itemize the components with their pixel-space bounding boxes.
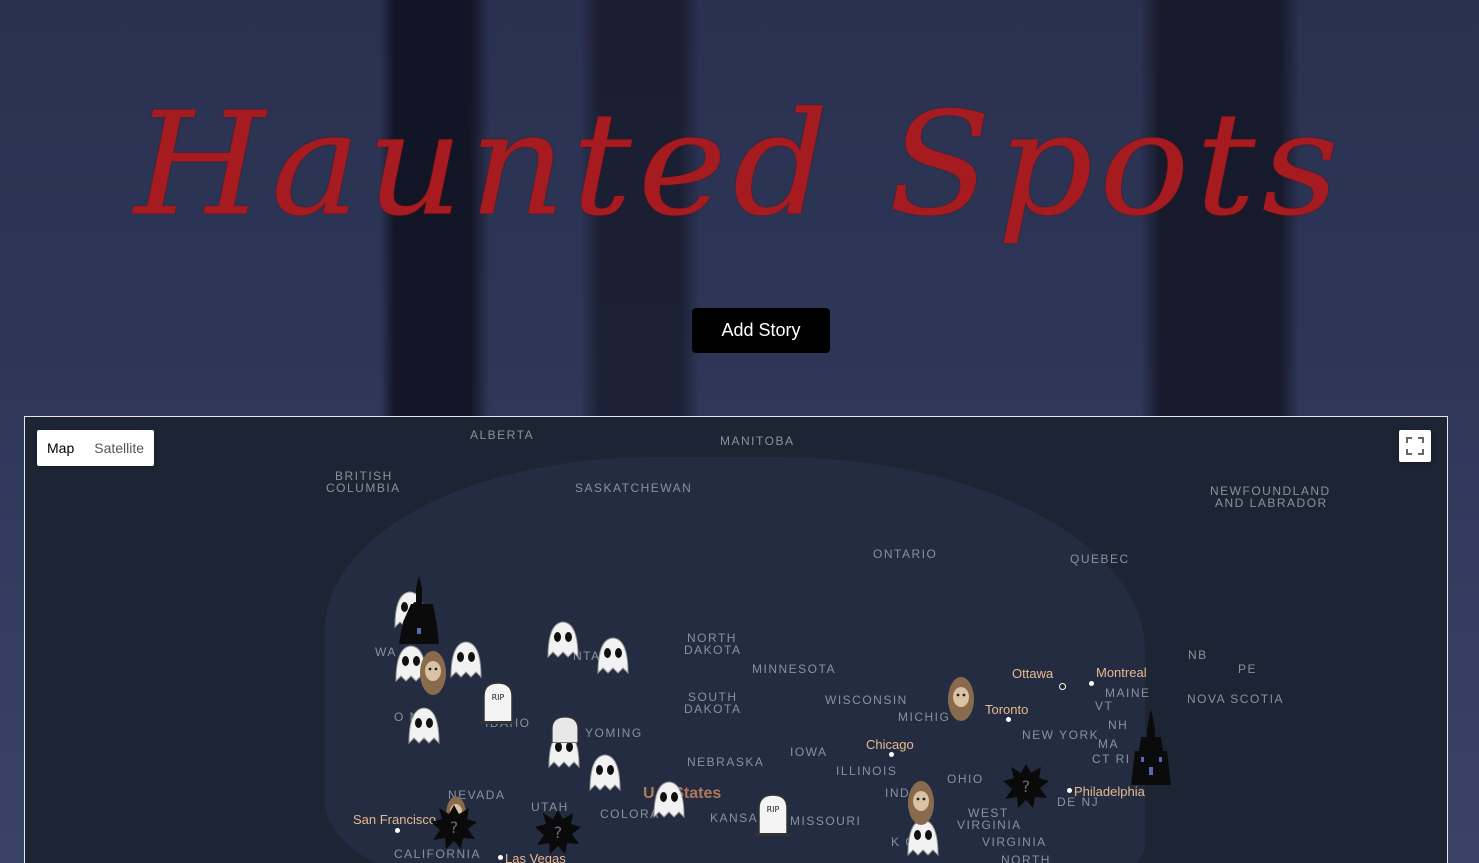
mystery-splat-icon[interactable]: ? [429,802,479,852]
region-label: DAKOTA [684,702,742,716]
city-label: Montreal [1096,665,1147,680]
region-label: NORTH [1001,853,1051,863]
region-label: DAKOTA [684,643,742,657]
city-label: San Francisco [353,812,437,827]
region-label: KANSA [710,811,759,825]
city-label: Chicago [866,737,914,752]
city-dot [395,828,400,833]
fullscreen-icon [1406,437,1424,455]
region-label: IOWA [790,745,828,759]
svg-text:?: ? [1022,777,1031,796]
ghost-icon[interactable] [448,639,484,679]
svg-text:?: ? [450,818,459,837]
ghost-icon[interactable] [545,619,581,659]
ghost-icon[interactable] [587,752,623,792]
map-type-control[interactable]: Map Satellite [37,430,155,466]
region-label: COLUMBIA [326,481,401,495]
region-label: VIRGINIA [982,835,1047,849]
region-label: ALBERTA [470,428,535,442]
bigfoot-icon[interactable] [945,675,977,723]
ghost-icon[interactable] [595,635,631,675]
bigfoot-icon[interactable] [905,779,937,827]
haunted-house-icon[interactable] [1127,707,1175,785]
region-label: AND LABRADOR [1215,496,1328,510]
region-label: ONTARIO [873,547,938,561]
haunted-house-icon[interactable] [397,574,441,644]
add-story-button[interactable]: Add Story [692,308,830,353]
svg-text:RIP: RIP [492,693,505,702]
region-label: MANITOBA [720,434,795,448]
region-label: MICHIG [898,710,951,724]
svg-text:RIP: RIP [767,805,780,814]
region-label: NH [1108,718,1129,732]
region-label: VIRGINIA [957,818,1022,832]
region-label: NEBRASKA [687,755,765,769]
region-label: WISCONSIN [825,693,908,707]
city-dot [498,855,503,860]
bigfoot-icon[interactable] [417,649,449,697]
region-label: QUEBEC [1070,552,1130,566]
region-label: PE [1238,662,1258,676]
city-dot [1059,683,1066,690]
mystery-splat-icon[interactable]: ? [1001,761,1051,811]
region-label: MINNESOTA [752,662,836,676]
city-label: Toronto [985,702,1029,717]
city-dot [1089,681,1094,686]
region-label: NOVA SCOTIA [1187,692,1284,706]
svg-text:?: ? [554,823,563,842]
map-type-satellite-button[interactable]: Satellite [84,430,154,466]
mystery-splat-icon[interactable]: ? [533,807,583,857]
region-label: NEW YORK [1022,728,1100,742]
region-label: CT RI [1092,752,1131,766]
city-dot [889,752,894,757]
fullscreen-button[interactable] [1399,430,1431,462]
region-label: VT [1095,699,1114,713]
region-label: OHIO [947,772,984,786]
city-label: Ottawa [1012,666,1054,681]
region-label: SASKATCHEWAN [575,481,693,495]
map-container[interactable]: Map Satellite ALBERTA MANITOBA BRITISH C… [24,416,1448,863]
city-label: Philadelphia [1074,784,1145,799]
region-label: YOMING [585,726,643,740]
region-label: NB [1188,648,1208,662]
ghost-icon[interactable] [651,779,687,819]
tombstone-icon[interactable] [549,715,581,743]
city-dot [1006,717,1011,722]
region-label: MISSOURI [790,814,862,828]
city-dot [1067,788,1072,793]
map-type-map-button[interactable]: Map [37,430,84,466]
tombstone-icon[interactable]: RIP [480,680,516,724]
ghost-icon[interactable] [406,705,442,745]
tombstone-icon[interactable]: RIP [755,792,791,836]
page-title: Haunted Spots [134,82,1345,248]
region-label: ILLINOIS [836,764,898,778]
region-label: MA [1098,737,1119,751]
